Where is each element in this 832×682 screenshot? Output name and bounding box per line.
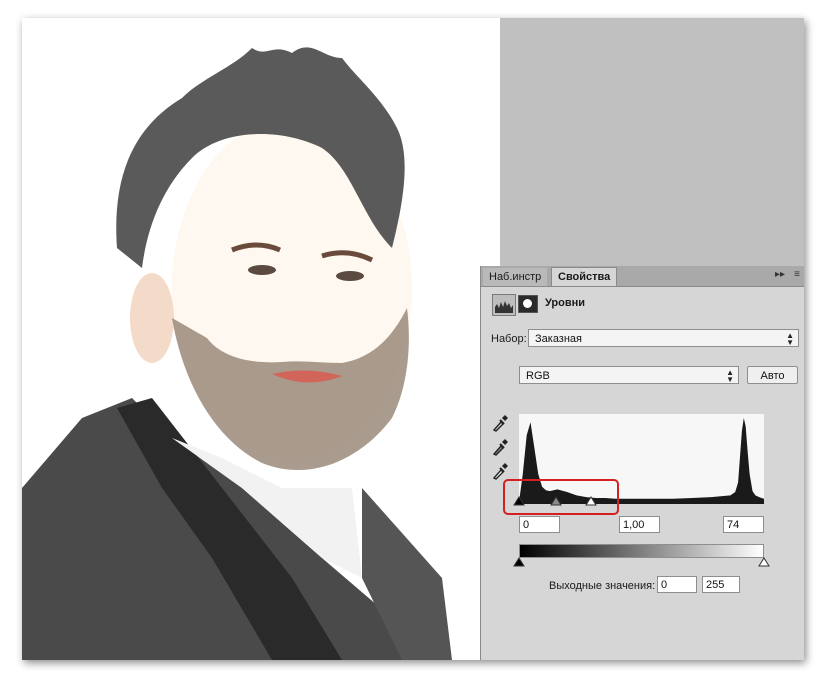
ear (130, 273, 174, 363)
output-levels-label: Выходные значения: (549, 580, 656, 592)
gray-point-eyedropper-icon[interactable] (491, 438, 509, 456)
panel-menu-icon[interactable]: ≡ (794, 269, 800, 280)
white-point-eyedropper-icon[interactable] (491, 462, 509, 480)
adjustment-title: Уровни (545, 297, 586, 309)
input-white-field[interactable]: 74 (723, 516, 764, 533)
levels-histogram-icon[interactable] (492, 294, 516, 316)
black-point-eyedropper-icon[interactable] (491, 414, 509, 432)
portrait-photo (22, 47, 452, 660)
preset-select[interactable]: Заказная ▲ ▼ (528, 329, 799, 347)
preset-label: Набор: (491, 333, 527, 345)
output-gradient-bar (519, 544, 764, 558)
preset-value: Заказная (535, 333, 583, 345)
channel-value: RGB (526, 370, 550, 382)
channel-select[interactable]: RGB ▲ ▼ (519, 366, 739, 384)
tab-properties[interactable]: Свойства (551, 267, 618, 286)
slider-highlight-annotation (503, 479, 619, 515)
photoshop-window: Наб.инстр Свойства ▸▸ ≡ Уровни Набор: За… (22, 18, 804, 660)
layer-mask-icon[interactable] (518, 295, 538, 313)
output-black-field[interactable]: 0 (657, 576, 697, 593)
document-canvas[interactable] (22, 18, 500, 660)
output-black-slider[interactable] (513, 557, 525, 567)
tab-presets[interactable]: Наб.инстр (483, 268, 548, 286)
updown-arrow-icon: ▲ ▼ (726, 368, 734, 384)
output-white-field[interactable]: 255 (702, 576, 740, 593)
double-chevron-right-icon[interactable]: ▸▸ (775, 269, 785, 280)
output-white-slider[interactable] (758, 557, 770, 567)
auto-button[interactable]: Авто (747, 366, 798, 384)
panel-tabbar: Наб.инстр Свойства ▸▸ ≡ (481, 266, 804, 287)
properties-panel: Наб.инстр Свойства ▸▸ ≡ Уровни Набор: За… (480, 266, 804, 660)
input-gamma-field[interactable]: 1,00 (619, 516, 660, 533)
updown-arrow-icon: ▲ ▼ (786, 331, 794, 347)
input-black-field[interactable]: 0 (519, 516, 560, 533)
